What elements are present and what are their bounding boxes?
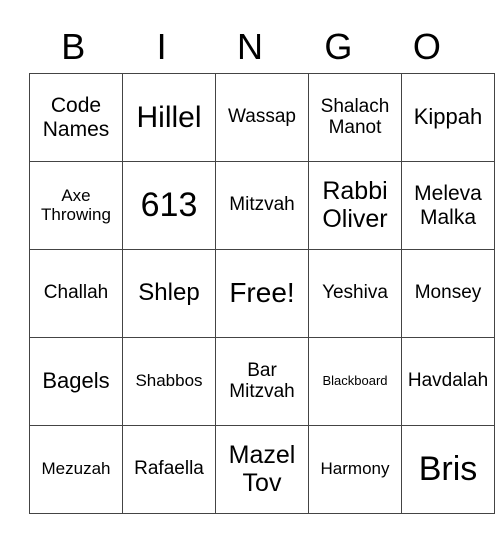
bingo-cell[interactable]: Shalach Manot — [308, 73, 402, 162]
header-letter-b: B — [61, 26, 86, 67]
bingo-cell[interactable]: Monsey — [401, 249, 495, 338]
bingo-cell[interactable]: Blackboard — [308, 337, 402, 426]
bingo-cell[interactable]: 613 — [122, 161, 216, 250]
bingo-cell[interactable]: Shlep — [122, 249, 216, 338]
bingo-cell[interactable]: Mitzvah — [215, 161, 309, 250]
bingo-cell[interactable]: Bagels — [29, 337, 123, 426]
bingo-cell[interactable]: Challah — [29, 249, 123, 338]
bingo-cell[interactable]: Rafaella — [122, 425, 216, 514]
bingo-cell[interactable]: Meleva Malka — [401, 161, 495, 250]
bingo-cell[interactable]: Havdalah — [401, 337, 495, 426]
bingo-cell[interactable]: Bris — [401, 425, 495, 514]
bingo-cell[interactable]: Bar Mitzvah — [215, 337, 309, 426]
bingo-cell[interactable]: Kippah — [401, 73, 495, 162]
bingo-cell[interactable]: Mazel Tov — [215, 425, 309, 514]
bingo-row: Mezuzah Rafaella Mazel Tov Harmony Bris — [29, 425, 495, 514]
bingo-header: B I N G O — [29, 22, 471, 72]
bingo-row: Bagels Shabbos Bar Mitzvah Blackboard Ha… — [29, 337, 495, 426]
bingo-cell[interactable]: Wassap — [215, 73, 309, 162]
bingo-cell[interactable]: Axe Throwing — [29, 161, 123, 250]
bingo-cell[interactable]: Mezuzah — [29, 425, 123, 514]
bingo-cell[interactable]: Code Names — [29, 73, 123, 162]
bingo-cell[interactable]: Hillel — [122, 73, 216, 162]
header-letter-i: I — [156, 26, 167, 67]
header-letter-g: G — [324, 26, 353, 67]
bingo-row: Challah Shlep Free! Yeshiva Monsey — [29, 249, 495, 338]
bingo-cell[interactable]: Harmony — [308, 425, 402, 514]
header-letter-n: N — [237, 26, 264, 67]
bingo-cell[interactable]: Shabbos — [122, 337, 216, 426]
bingo-cell[interactable]: Rabbi Oliver — [308, 161, 402, 250]
free-space[interactable]: Free! — [215, 249, 309, 338]
bingo-row: Axe Throwing 613 Mitzvah Rabbi Oliver Me… — [29, 161, 495, 250]
bingo-cell[interactable]: Yeshiva — [308, 249, 402, 338]
header-letter-o: O — [412, 26, 441, 67]
bingo-card: Code Names Hillel Wassap Shalach Manot K… — [29, 73, 495, 514]
bingo-row: Code Names Hillel Wassap Shalach Manot K… — [29, 73, 495, 162]
